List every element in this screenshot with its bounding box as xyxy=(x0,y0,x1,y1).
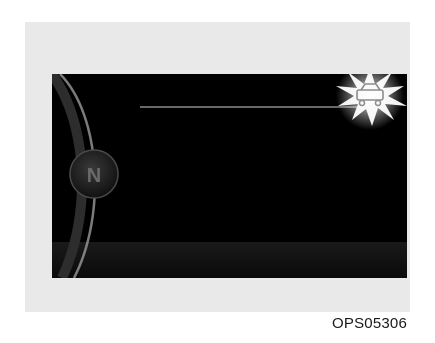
svg-text:N: N xyxy=(87,165,101,187)
vehicle-warning-icon xyxy=(336,74,407,130)
gear-n-icon: N xyxy=(69,149,119,199)
figure-caption: OPS05306 xyxy=(332,315,407,332)
cluster-display: N xyxy=(52,74,407,278)
display-floor-band xyxy=(52,242,407,278)
